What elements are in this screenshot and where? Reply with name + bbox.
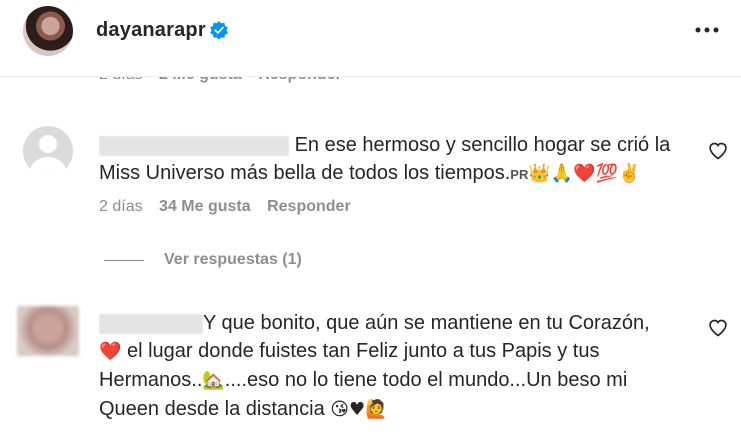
house-emoji: 🏡	[202, 370, 225, 391]
comment-text: En ese hermoso y sencillo hogar se crió …	[99, 131, 670, 189]
comment-line: Miss Universo más bella de todos los tie…	[99, 162, 511, 184]
blurred-avatar[interactable]	[17, 306, 79, 356]
replies-divider	[104, 259, 144, 261]
comment-line: Y que bonito, que aún se mantiene en tu …	[203, 312, 650, 334]
comment-line: ....eso no lo tiene todo el mundo...Un b…	[224, 369, 628, 391]
like-count[interactable]: 34 Me gusta	[159, 198, 251, 215]
default-avatar[interactable]	[23, 126, 73, 176]
verified-badge-icon	[210, 21, 228, 40]
view-replies-button[interactable]: Ver respuestas (1)	[104, 251, 302, 269]
comment-line: En ese hermoso y sencillo hogar se crió …	[294, 134, 671, 156]
reply-button[interactable]: Responder	[267, 198, 351, 215]
comment-line: el lugar donde fuistes tan Feliz junto a…	[121, 340, 600, 362]
comment-time: 2 días	[99, 198, 143, 215]
heart-icon[interactable]	[708, 318, 728, 338]
comment-line: Queen desde la distancia	[99, 398, 331, 420]
view-replies-label[interactable]: Ver respuestas (1)	[164, 251, 302, 268]
redacted-username[interactable]	[99, 313, 203, 334]
comment-meta: 2 días 34 Me gusta Responder	[99, 198, 351, 216]
more-horizontal-icon[interactable]	[692, 18, 722, 42]
heart-icon[interactable]	[708, 141, 728, 161]
flag-label: PR	[510, 167, 529, 182]
comment-text: Y que bonito, que aún se mantiene en tu …	[99, 309, 650, 424]
comment-line: Hermanos..	[99, 369, 203, 391]
redacted-username[interactable]	[99, 135, 289, 156]
heart-emoji: ❤️	[99, 341, 122, 362]
profile-avatar[interactable]	[23, 6, 73, 56]
username[interactable]: dayanarapr	[96, 19, 206, 42]
emoji-group: 😘♥🙋	[330, 399, 388, 420]
emoji-group: 👑🙏❤️💯✌️	[528, 163, 641, 184]
post-header: dayanarapr	[0, 0, 741, 77]
